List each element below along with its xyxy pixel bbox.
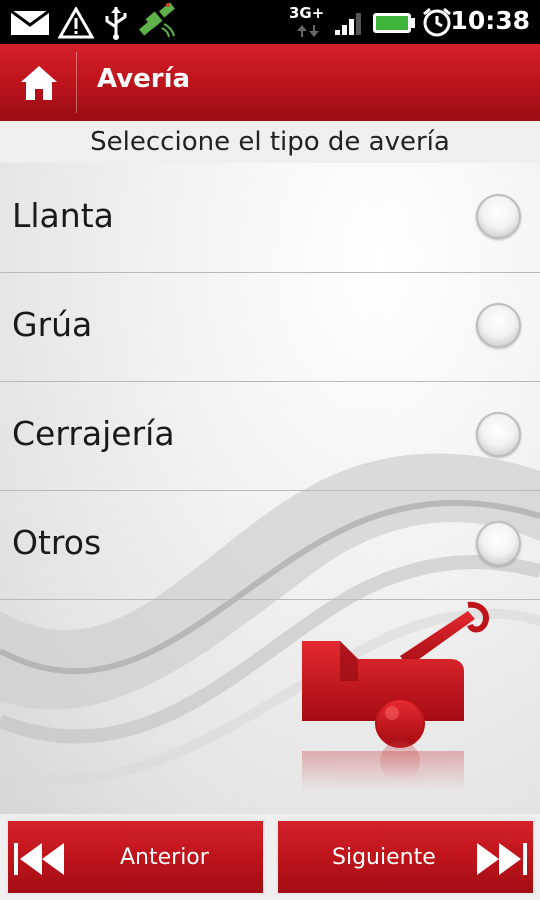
- status-bar: 3G+ 10:38: [0, 0, 540, 44]
- previous-button[interactable]: Anterior: [6, 819, 265, 895]
- rewind-icon: [14, 843, 64, 875]
- option-llanta[interactable]: Llanta: [0, 164, 540, 273]
- tow-truck-icon: [302, 601, 489, 791]
- home-icon: [20, 65, 57, 100]
- page-title: Avería: [97, 64, 191, 94]
- radio-button[interactable]: [476, 194, 521, 239]
- option-label: Otros: [12, 523, 102, 562]
- option-grua[interactable]: Grúa: [0, 273, 540, 382]
- mail-icon: [10, 10, 50, 35]
- option-label: Cerrajería: [12, 414, 175, 453]
- footer-navigation: Anterior Siguiente: [0, 814, 540, 900]
- option-label: Llanta: [12, 196, 114, 235]
- next-button[interactable]: Siguiente: [276, 819, 535, 895]
- fast-forward-icon: [477, 843, 527, 875]
- home-button[interactable]: [0, 44, 77, 121]
- instruction-text: Seleccione el tipo de avería: [0, 121, 540, 163]
- data-arrows-icon: [297, 25, 319, 37]
- signal-icon: [335, 13, 361, 35]
- option-otros[interactable]: Otros: [0, 491, 540, 600]
- battery-icon: [373, 13, 415, 33]
- next-button-label: Siguiente: [332, 845, 436, 870]
- option-label: Grúa: [12, 305, 93, 344]
- app-header: Avería: [0, 44, 540, 121]
- radio-button[interactable]: [476, 521, 521, 566]
- alarm-icon: [423, 7, 451, 37]
- radio-button[interactable]: [476, 303, 521, 348]
- clock-time: 10:38: [450, 6, 530, 35]
- header-divider: [76, 52, 77, 113]
- usb-icon: [105, 7, 127, 40]
- network-type-label: 3G+: [289, 4, 325, 22]
- fault-type-list: Llanta Grúa Cerrajería Otros: [0, 164, 540, 600]
- option-cerrajeria[interactable]: Cerrajería: [0, 382, 540, 491]
- warning-icon: [58, 7, 94, 39]
- radio-button[interactable]: [476, 412, 521, 457]
- gps-icon: [139, 2, 175, 38]
- main-content: Seleccione el tipo de avería Llanta Grúa…: [0, 121, 540, 814]
- previous-button-label: Anterior: [120, 845, 209, 870]
